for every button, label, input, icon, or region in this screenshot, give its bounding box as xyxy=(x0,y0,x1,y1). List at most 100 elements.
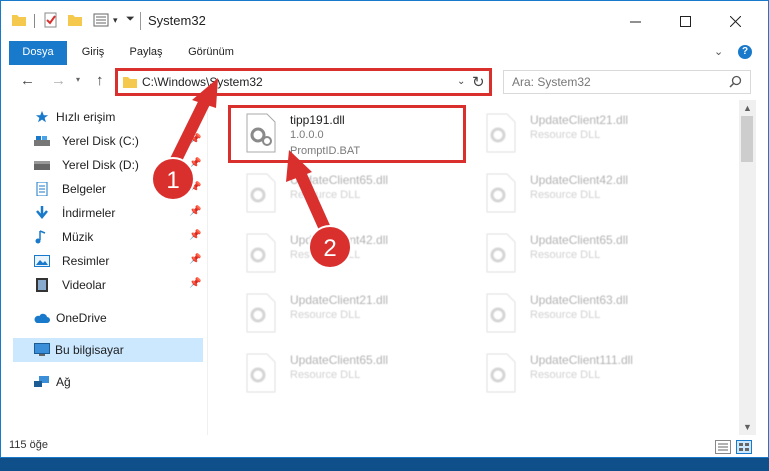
tab-home[interactable]: Giriş xyxy=(71,41,115,65)
file-name: UpdateClient21.dll xyxy=(530,113,629,127)
file-name: UpdateClient63.dll xyxy=(530,293,629,307)
file-description: Resource DLL xyxy=(290,309,361,321)
search-input[interactable]: Ara: System32 xyxy=(503,70,751,94)
window-title: System32 xyxy=(148,13,206,28)
scroll-down-icon[interactable]: ▼ xyxy=(743,422,752,432)
maximize-button[interactable] xyxy=(662,1,708,41)
toolbar-separator xyxy=(34,14,35,28)
sidebar-item-documents[interactable]: Belgeler 📌 xyxy=(1,177,203,201)
dll-file-icon xyxy=(486,113,516,153)
sidebar-item-network[interactable]: Ağ xyxy=(1,370,203,394)
item-count: 115 öğe xyxy=(9,439,48,451)
status-bar: 115 öğe xyxy=(1,435,768,457)
file-description: Resource DLL xyxy=(290,189,361,201)
file-item[interactable]: UpdateClient42.dll Resource DLL xyxy=(229,224,469,282)
help-icon[interactable]: ? xyxy=(738,45,752,59)
sidebar-item-label: Müzik xyxy=(62,230,94,244)
sidebar-item-music[interactable]: Müzik 📌 xyxy=(1,225,203,249)
dll-file-icon xyxy=(486,233,516,273)
up-arrow-icon[interactable]: ↑ xyxy=(96,72,104,89)
customize-toolbar-icon[interactable]: ⏷ xyxy=(126,13,135,26)
file-item[interactable]: UpdateClient63.dll Resource DLL xyxy=(469,284,709,342)
sidebar-item-videos[interactable]: Videolar 📌 xyxy=(1,273,203,297)
dll-file-icon xyxy=(246,173,276,213)
sidebar-item-downloads[interactable]: İndirmeler 📌 xyxy=(1,201,203,225)
videos-icon xyxy=(36,278,48,292)
sidebar-item-pictures[interactable]: Resimler 📌 xyxy=(1,249,203,273)
forward-arrow-icon[interactable]: → xyxy=(51,72,66,89)
sidebar-item-label: Videolar xyxy=(62,278,106,292)
sidebar-item-label: Resimler xyxy=(62,254,110,268)
view-toggle-icons[interactable] xyxy=(715,440,755,454)
address-bar-highlight xyxy=(115,68,492,96)
file-description: Resource DLL xyxy=(530,129,601,141)
file-description: Resource DLL xyxy=(290,369,361,381)
file-item[interactable]: UpdateClient65.dll Resource DLL xyxy=(469,224,709,282)
file-name: UpdateClient65.dll xyxy=(290,173,389,187)
sidebar-item-disk-c[interactable]: Yerel Disk (C:) 📌 xyxy=(1,129,203,153)
tab-file[interactable]: Dosya xyxy=(9,41,67,65)
documents-icon xyxy=(36,182,48,196)
ribbon-tabs: Dosya Giriş Paylaş Görünüm xyxy=(1,41,768,65)
dll-file-icon xyxy=(246,233,276,273)
file-item[interactable]: UpdateClient21.dll Resource DLL xyxy=(229,284,469,342)
sidebar-item-onedrive[interactable]: OneDrive xyxy=(1,306,203,330)
file-description: Resource DLL xyxy=(530,369,601,381)
dll-file-icon xyxy=(486,173,516,213)
scroll-up-icon[interactable]: ▲ xyxy=(743,103,752,113)
sidebar-item-label: İndirmeler xyxy=(62,206,116,220)
sidebar-item-label: OneDrive xyxy=(56,311,107,325)
file-description: Resource DLL xyxy=(530,189,601,201)
pane-divider[interactable] xyxy=(207,100,208,435)
pin-icon[interactable]: 📌 xyxy=(189,278,201,289)
dll-file-icon xyxy=(246,353,276,393)
pin-icon[interactable]: 📌 xyxy=(189,206,201,217)
file-item[interactable]: UpdateClient65.dll Resource DLL xyxy=(229,344,469,402)
sidebar-item-quick-access[interactable]: Hızlı erişim xyxy=(1,105,203,129)
view-icon[interactable] xyxy=(93,12,109,28)
title-bar: ▾ ⏷ System32 xyxy=(1,1,768,41)
sidebar-item-label: Hızlı erişim xyxy=(56,110,116,124)
pin-icon[interactable]: 📌 xyxy=(189,134,201,145)
file-name: UpdateClient42.dll xyxy=(530,173,629,187)
drive-icon xyxy=(34,161,50,170)
tab-view[interactable]: Görünüm xyxy=(177,41,245,65)
back-arrow-icon[interactable]: ← xyxy=(20,72,35,89)
dll-file-icon xyxy=(246,293,276,333)
minimize-icon xyxy=(629,21,641,22)
folder-icon[interactable] xyxy=(11,12,27,28)
pin-icon[interactable]: 📌 xyxy=(189,182,201,193)
pin-icon[interactable]: 📌 xyxy=(189,254,201,265)
vertical-scrollbar[interactable]: ▲ ▼ xyxy=(739,100,756,435)
pin-icon[interactable]: 📌 xyxy=(189,230,201,241)
sidebar-item-label: Yerel Disk (C:) xyxy=(62,134,139,148)
title-separator xyxy=(140,12,141,30)
properties-icon[interactable] xyxy=(43,12,59,28)
sidebar-item-label: Yerel Disk (D:) xyxy=(62,158,139,172)
scrollbar-thumb[interactable] xyxy=(741,116,753,162)
cloud-icon xyxy=(34,313,50,323)
file-item[interactable]: UpdateClient42.dll Resource DLL xyxy=(469,164,709,222)
file-name: UpdateClient21.dll xyxy=(290,293,389,307)
pin-icon[interactable]: 📌 xyxy=(189,158,201,169)
sidebar-item-label: Bu bilgisayar xyxy=(55,343,124,357)
file-name: UpdateClient65.dll xyxy=(290,353,389,367)
expand-ribbon-icon[interactable]: ⌄ xyxy=(714,45,723,58)
file-item[interactable]: UpdateClient21.dll Resource DLL xyxy=(469,104,709,162)
file-description: Resource DLL xyxy=(290,249,361,261)
pictures-icon xyxy=(34,255,50,267)
minimize-button[interactable] xyxy=(612,1,658,41)
sidebar-item-this-pc[interactable]: Bu bilgisayar xyxy=(13,338,203,362)
network-icon xyxy=(34,376,49,387)
close-button[interactable] xyxy=(712,1,758,41)
file-item[interactable]: UpdateClient65.dll Resource DLL xyxy=(229,164,469,222)
navigation-pane: Hızlı erişim Yerel Disk (C:) 📌 Yerel Dis… xyxy=(1,100,208,435)
quick-access-dropdown-icon[interactable]: ▾ xyxy=(113,15,118,26)
new-folder-icon[interactable] xyxy=(67,12,83,28)
close-icon xyxy=(729,15,741,27)
tab-share[interactable]: Paylaş xyxy=(123,41,169,65)
recent-locations-icon[interactable]: ▾ xyxy=(76,75,80,84)
file-item[interactable]: UpdateClient111.dll Resource DLL xyxy=(469,344,709,402)
sidebar-item-disk-d[interactable]: Yerel Disk (D:) 📌 xyxy=(1,153,203,177)
file-highlight xyxy=(228,105,466,163)
